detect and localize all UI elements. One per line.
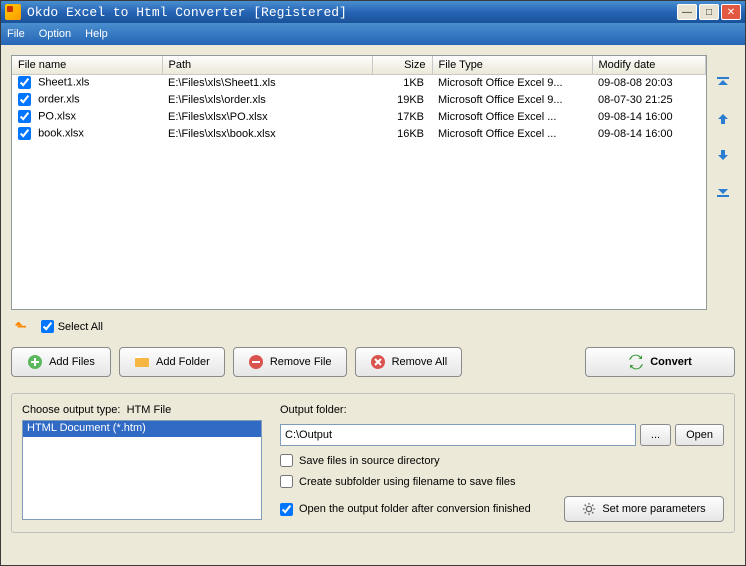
open-after-label: Open the output folder after conversion … — [299, 503, 531, 515]
file-name: Sheet1.xls — [38, 77, 89, 89]
output-folder-input[interactable] — [280, 424, 636, 446]
save-source-checkbox[interactable] — [280, 454, 293, 467]
select-all-row: ⬑ Select All — [11, 316, 735, 337]
subfolder-checkbox[interactable] — [280, 475, 293, 488]
table-header-row: File name Path Size File Type Modify dat… — [12, 56, 706, 74]
file-checkbox[interactable] — [18, 110, 31, 123]
convert-icon — [628, 354, 644, 370]
menu-help[interactable]: Help — [85, 28, 108, 40]
file-date: 09-08-14 16:00 — [592, 125, 706, 142]
window-title: Okdo Excel to Html Converter [Registered… — [27, 5, 677, 20]
remove-file-label: Remove File — [270, 356, 332, 368]
file-name: order.xls — [38, 93, 80, 105]
up-folder-icon[interactable]: ⬑ — [15, 318, 27, 335]
titlebar: Okdo Excel to Html Converter [Registered… — [1, 1, 745, 23]
remove-all-label: Remove All — [392, 356, 448, 368]
file-table: File name Path Size File Type Modify dat… — [12, 56, 706, 295]
save-source-label: Save files in source directory — [299, 455, 440, 467]
file-path: E:\Files\xlsx\book.xlsx — [162, 125, 372, 142]
move-up-button[interactable] — [713, 109, 733, 129]
convert-label: Convert — [650, 356, 692, 368]
output-type-section: Choose output type: HTM File HTML Docume… — [22, 404, 262, 522]
app-window: Okdo Excel to Html Converter [Registered… — [0, 0, 746, 566]
save-source-row: Save files in source directory — [280, 454, 724, 467]
plus-icon — [27, 354, 43, 370]
file-size: 1KB — [372, 74, 432, 91]
file-type: Microsoft Office Excel ... — [432, 125, 592, 142]
file-name: PO.xlsx — [38, 110, 76, 122]
file-type: Microsoft Office Excel ... — [432, 108, 592, 125]
folder-icon — [134, 354, 150, 370]
file-checkbox[interactable] — [18, 127, 31, 140]
menu-option[interactable]: Option — [39, 28, 71, 40]
file-type: Microsoft Office Excel 9... — [432, 74, 592, 91]
maximize-button[interactable]: □ — [699, 4, 719, 20]
file-date: 09-08-08 20:03 — [592, 74, 706, 91]
convert-button[interactable]: Convert — [585, 347, 735, 377]
output-type-list[interactable]: HTML Document (*.htm) — [22, 420, 262, 520]
move-bottom-button[interactable] — [713, 181, 733, 201]
window-controls: — □ ✕ — [677, 4, 741, 20]
col-type[interactable]: File Type — [432, 56, 592, 74]
more-parameters-button[interactable]: Set more parameters — [564, 496, 724, 522]
output-type-current: HTM File — [127, 404, 172, 416]
col-path[interactable]: Path — [162, 56, 372, 74]
file-date: 08-07-30 21:25 — [592, 91, 706, 108]
menu-file[interactable]: File — [7, 28, 25, 40]
file-checkbox[interactable] — [18, 76, 31, 89]
minimize-button[interactable]: — — [677, 4, 697, 20]
subfolder-row: Create subfolder using filename to save … — [280, 475, 724, 488]
table-row[interactable]: order.xls E:\Files\xls\order.xls19KBMicro… — [12, 91, 706, 108]
select-all-checkbox[interactable] — [41, 320, 54, 333]
table-row[interactable]: Sheet1.xls E:\Files\xls\Sheet1.xls1KBMicr… — [12, 74, 706, 91]
table-row[interactable]: PO.xlsx E:\Files\xlsx\PO.xlsx17KBMicrosof… — [12, 108, 706, 125]
gear-icon — [582, 502, 596, 516]
add-folder-button[interactable]: Add Folder — [119, 347, 225, 377]
minus-icon — [248, 354, 264, 370]
table-row[interactable]: book.xlsx E:\Files\xlsx\book.xlsx16KBMicr… — [12, 125, 706, 142]
file-size: 17KB — [372, 108, 432, 125]
file-size: 19KB — [372, 91, 432, 108]
open-folder-button[interactable]: Open — [675, 424, 724, 446]
subfolder-label: Create subfolder using filename to save … — [299, 476, 515, 488]
file-date: 09-08-14 16:00 — [592, 108, 706, 125]
move-down-button[interactable] — [713, 145, 733, 165]
select-all-label: Select All — [58, 321, 103, 333]
action-button-row: Add Files Add Folder Remove File Remove … — [11, 343, 735, 381]
file-path: E:\Files\xls\order.xls — [162, 91, 372, 108]
close-button[interactable]: ✕ — [721, 4, 741, 20]
file-path: E:\Files\xls\Sheet1.xls — [162, 74, 372, 91]
add-files-button[interactable]: Add Files — [11, 347, 111, 377]
more-parameters-label: Set more parameters — [602, 503, 705, 515]
output-type-label: Choose output type: HTM File — [22, 404, 262, 416]
content-area: File name Path Size File Type Modify dat… — [1, 45, 745, 565]
output-folder-row: ... Open — [280, 424, 724, 446]
file-area: File name Path Size File Type Modify dat… — [11, 55, 735, 310]
col-filename[interactable]: File name — [12, 56, 162, 74]
remove-all-button[interactable]: Remove All — [355, 347, 463, 377]
file-size: 16KB — [372, 125, 432, 142]
browse-button[interactable]: ... — [640, 424, 671, 446]
file-checkbox[interactable] — [18, 93, 31, 106]
reorder-controls — [711, 55, 735, 310]
app-icon — [5, 4, 21, 20]
open-after-row: Open the output folder after conversion … — [280, 503, 554, 516]
col-size[interactable]: Size — [372, 56, 432, 74]
open-after-checkbox[interactable] — [280, 503, 293, 516]
file-table-container: File name Path Size File Type Modify dat… — [11, 55, 707, 310]
file-path: E:\Files\xlsx\PO.xlsx — [162, 108, 372, 125]
menubar: File Option Help — [1, 23, 745, 45]
col-date[interactable]: Modify date — [592, 56, 706, 74]
file-type: Microsoft Office Excel 9... — [432, 91, 592, 108]
move-top-button[interactable] — [713, 73, 733, 93]
add-files-label: Add Files — [49, 356, 95, 368]
output-folder-label: Output folder: — [280, 404, 724, 416]
output-options-section: Output folder: ... Open Save files in so… — [280, 404, 724, 522]
file-name: book.xlsx — [38, 127, 84, 139]
output-type-option[interactable]: HTML Document (*.htm) — [23, 421, 261, 437]
remove-file-button[interactable]: Remove File — [233, 347, 347, 377]
settings-panel: Choose output type: HTM File HTML Docume… — [11, 393, 735, 533]
add-folder-label: Add Folder — [156, 356, 210, 368]
x-icon — [370, 354, 386, 370]
